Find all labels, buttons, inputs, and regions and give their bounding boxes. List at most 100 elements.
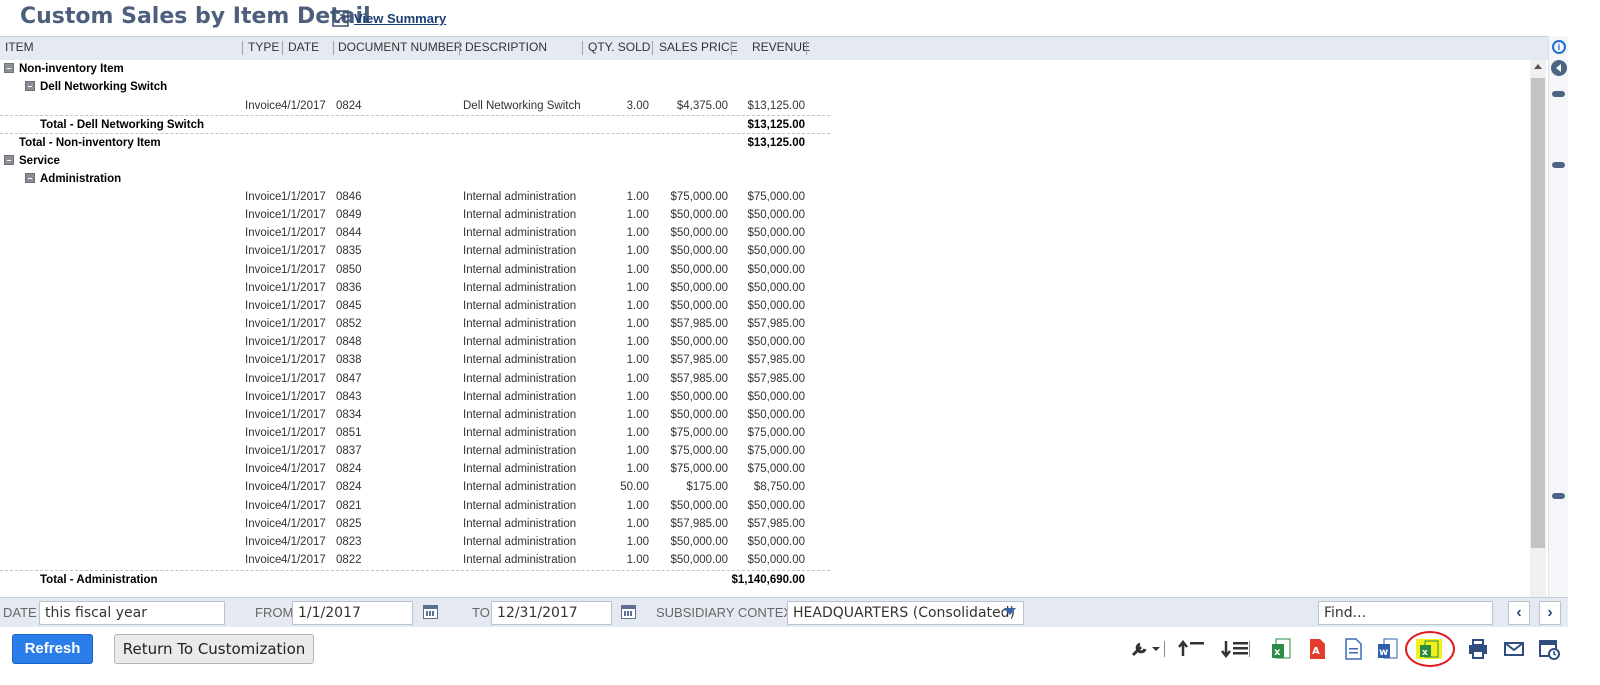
rail-handle[interactable]: [1552, 162, 1565, 168]
rail-handle[interactable]: [1552, 91, 1565, 97]
cell-document-number[interactable]: 0836: [336, 282, 362, 294]
find-input[interactable]: Find...: [1318, 601, 1493, 625]
cell-document-number[interactable]: 0851: [336, 427, 362, 439]
rail-handle[interactable]: [1552, 493, 1565, 499]
email-icon[interactable]: [1503, 638, 1525, 660]
cell-document-number[interactable]: 0825: [336, 518, 362, 530]
column-separator[interactable]: [582, 41, 583, 55]
col-description[interactable]: DESCRIPTION: [465, 40, 547, 54]
cell-document-number[interactable]: 0852: [336, 318, 362, 330]
table-row[interactable]: Invoice 4/1/2017 0824 Internal administrati…: [0, 460, 830, 478]
table-row[interactable]: Invoice 1/1/2017 0836 Internal administrati…: [0, 279, 830, 297]
return-to-customization-button[interactable]: Return To Customization: [114, 634, 314, 664]
scroll-up-arrow-icon[interactable]: [1534, 64, 1542, 69]
cell-document-number[interactable]: 0821: [336, 500, 362, 512]
column-separator[interactable]: [459, 41, 460, 55]
subsidiary-select[interactable]: HEADQUARTERS (Consolidated): [787, 601, 1024, 625]
cell-document-number[interactable]: 0848: [336, 336, 362, 348]
col-item[interactable]: ITEM: [5, 40, 34, 54]
refresh-button[interactable]: Refresh: [12, 634, 93, 664]
cell-sales-price: $50,000.00: [670, 245, 728, 258]
table-row[interactable]: Invoice 1/1/2017 0846 Internal administrati…: [0, 188, 830, 206]
previous-result-button[interactable]: ‹: [1508, 601, 1530, 625]
collapse-toggle-icon[interactable]: [4, 63, 14, 73]
collapse-toggle-icon[interactable]: [25, 81, 35, 91]
column-separator[interactable]: [242, 41, 243, 55]
cell-revenue: $50,000.00: [747, 535, 805, 548]
cell-document-number[interactable]: 0847: [336, 373, 362, 385]
table-row[interactable]: Invoice 4/1/2017 0825 Internal administrati…: [0, 515, 830, 533]
table-row[interactable]: Invoice 4/1/2017 0821 Internal administrati…: [0, 497, 830, 515]
table-row[interactable]: Invoice 1/1/2017 0837 Internal administrati…: [0, 442, 830, 460]
column-separator[interactable]: [652, 41, 653, 55]
view-summary-link[interactable]: View Summary: [332, 10, 446, 27]
report-scrollbar[interactable]: [1530, 60, 1546, 606]
column-separator[interactable]: [333, 41, 334, 55]
table-row[interactable]: Invoice 4/1/2017 0824 Internal administrati…: [0, 478, 830, 496]
cell-document-number[interactable]: 0822: [336, 554, 362, 566]
cell-document-number[interactable]: 0824: [336, 463, 362, 475]
scroll-thumb[interactable]: [1531, 78, 1545, 548]
cell-document-number[interactable]: 0846: [336, 191, 362, 203]
table-row[interactable]: Invoice 1/1/2017 0849 Internal administrati…: [0, 206, 830, 224]
pdf-export-icon[interactable]: A: [1306, 638, 1328, 660]
column-separator[interactable]: [806, 41, 807, 55]
table-row[interactable]: Invoice 1/1/2017 0848 Internal administrati…: [0, 333, 830, 351]
table-row[interactable]: Invoice 1/1/2017 0834 Internal administrati…: [0, 406, 830, 424]
to-date-field[interactable]: 12/31/2017: [491, 601, 612, 625]
date-range-field[interactable]: this fiscal year: [39, 601, 225, 625]
cell-document-number[interactable]: 0850: [336, 264, 362, 276]
table-row[interactable]: Invoice 1/1/2017 0844 Internal administrati…: [0, 224, 830, 242]
cell-document-number[interactable]: 0837: [336, 445, 362, 457]
info-icon[interactable]: i: [1552, 40, 1566, 54]
from-date-field[interactable]: 1/1/2017: [292, 601, 413, 625]
cell-document-number[interactable]: 0845: [336, 300, 362, 312]
table-row[interactable]: Invoice 4/1/2017 0822 Internal administrati…: [0, 551, 830, 569]
cell-document-number[interactable]: 0844: [336, 227, 362, 239]
print-icon[interactable]: [1467, 638, 1489, 660]
table-row[interactable]: Invoice 1/1/2017 0850 Internal administrati…: [0, 261, 830, 279]
column-separator[interactable]: [731, 41, 732, 55]
cell-document-number[interactable]: 0843: [336, 391, 362, 403]
col-sales-price[interactable]: SALES PRICE: [659, 40, 738, 54]
table-row[interactable]: Invoice 1/1/2017 0843 Internal administrati…: [0, 388, 830, 406]
cell-document-number[interactable]: 0824: [336, 481, 362, 493]
table-row[interactable]: Invoice 1/1/2017 0845 Internal administrati…: [0, 297, 830, 315]
cell-document-number[interactable]: 0823: [336, 536, 362, 548]
column-separator[interactable]: [282, 41, 283, 55]
collapse-all-icon[interactable]: [1177, 638, 1205, 660]
col-document-number[interactable]: DOCUMENT NUMBER: [338, 40, 462, 54]
excel-highlighted-export-icon[interactable]: x: [1416, 638, 1442, 660]
csv-export-icon[interactable]: [1342, 638, 1364, 660]
cell-document-number[interactable]: 0849: [336, 209, 362, 221]
collapse-toggle-icon[interactable]: [4, 155, 14, 165]
table-row[interactable]: Invoice 1/1/2017 0847 Internal administrati…: [0, 370, 830, 388]
cell-document-number[interactable]: 0834: [336, 409, 362, 421]
table-row[interactable]: Invoice 4/1/2017 0823 Internal administrati…: [0, 533, 830, 551]
next-result-button[interactable]: ›: [1539, 601, 1561, 625]
schedule-icon[interactable]: [1538, 638, 1560, 660]
collapse-panel-icon[interactable]: [1551, 60, 1567, 76]
table-row[interactable]: Invoice 1/1/2017 0852 Internal administrati…: [0, 315, 830, 333]
col-date[interactable]: DATE: [288, 40, 319, 54]
col-type[interactable]: TYPE: [248, 40, 279, 54]
excel-export-icon[interactable]: x: [1271, 638, 1293, 660]
col-revenue[interactable]: REVENUE: [752, 40, 810, 54]
chevron-down-icon[interactable]: [1004, 608, 1016, 615]
table-row[interactable]: Invoice 1/1/2017 0838 Internal administrati…: [0, 351, 830, 369]
table-row[interactable]: Invoice 4/1/2017 0824 Dell Networking Switc…: [0, 97, 830, 115]
expand-all-icon[interactable]: [1220, 638, 1250, 660]
cell-type: Invoice: [245, 336, 282, 349]
cell-revenue: $57,985.00: [747, 318, 805, 331]
from-calendar-icon[interactable]: [423, 605, 438, 619]
collapse-toggle-icon[interactable]: [25, 173, 35, 183]
wrench-icon[interactable]: [1130, 638, 1166, 660]
table-row[interactable]: Invoice 1/1/2017 0835 Internal administrati…: [0, 242, 830, 260]
col-qty-sold[interactable]: QTY. SOLD: [588, 40, 650, 54]
table-row[interactable]: Invoice 1/1/2017 0851 Internal administrati…: [0, 424, 830, 442]
to-calendar-icon[interactable]: [621, 605, 636, 619]
cell-document-number[interactable]: 0838: [336, 354, 362, 366]
cell-document-number[interactable]: 0824: [336, 100, 362, 112]
cell-document-number[interactable]: 0835: [336, 245, 362, 257]
word-export-icon[interactable]: w: [1377, 638, 1399, 660]
